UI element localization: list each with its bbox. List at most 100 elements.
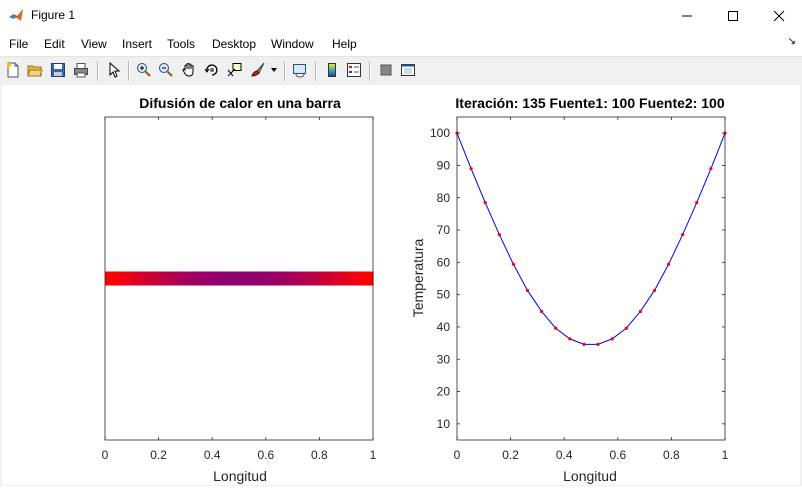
heat-cell	[105, 271, 119, 286]
minimize-button[interactable]	[664, 0, 710, 31]
insert-legend-button[interactable]	[344, 60, 364, 80]
y-tick-label: 70	[437, 223, 451, 237]
y-tick-label: 100	[430, 126, 450, 140]
temperature-point	[568, 337, 572, 341]
hide-plot-tools-button[interactable]	[376, 60, 396, 80]
heatmap-title: Difusión de calor en una barra	[139, 95, 341, 111]
data-cursor-icon	[227, 63, 242, 77]
data-cursor-button[interactable]	[225, 60, 245, 80]
heatmap-axes[interactable]: Difusión de calor en una barra 0 0.2 0.4 0.…	[102, 95, 377, 484]
brush-button[interactable]	[248, 60, 268, 80]
x-tick-label: 0.8	[311, 448, 328, 462]
menu-tools[interactable]: Tools	[167, 37, 195, 51]
temperature-point	[483, 200, 487, 205]
y-tick-label: 80	[437, 191, 451, 205]
close-button[interactable]	[756, 0, 802, 31]
plots-svg: Difusión de calor en una barra 0 0.2 0.4 0.…	[102, 95, 729, 484]
dock-arrow-icon[interactable]: ↘	[788, 36, 796, 47]
rotate-3d-button[interactable]	[202, 60, 222, 80]
heat-cell	[319, 271, 334, 286]
temperature-point	[582, 342, 586, 346]
matlab-logo-icon	[8, 7, 24, 23]
temperature-point	[695, 200, 699, 205]
line-chart-title: Iteración: 135 Fuente1: 100 Fuente2: 100	[455, 95, 724, 111]
y-tick-label: 40	[437, 320, 451, 334]
toolbar-separator	[315, 61, 317, 81]
line-axes[interactable]: Iteración: 135 Fuente1: 100 Fuente2: 100…	[410, 95, 729, 484]
heat-cell	[346, 271, 361, 286]
print-button[interactable]	[71, 60, 91, 80]
heat-cell	[225, 271, 240, 286]
heat-cell	[279, 271, 294, 286]
link-plot-button[interactable]	[290, 60, 310, 80]
temperature-point	[525, 288, 530, 293]
heat-cell	[198, 271, 213, 286]
heat-cell	[145, 271, 160, 286]
brush-dropdown[interactable]	[268, 60, 280, 80]
x-tick-label: 0.6	[257, 448, 274, 462]
rotate-3d-icon	[204, 64, 218, 76]
temperature-point	[624, 326, 628, 330]
temperature-point	[540, 309, 544, 314]
y-tick-label: 20	[437, 385, 451, 399]
link-plot-icon	[293, 64, 306, 78]
menu-insert[interactable]: Insert	[122, 37, 152, 51]
x-tick-label: 0.2	[150, 448, 167, 462]
new-figure-button[interactable]	[3, 60, 23, 80]
maximize-button[interactable]	[710, 0, 756, 31]
temperature-point	[709, 167, 713, 171]
x-tick-label: 0.8	[663, 448, 680, 462]
heat-cell	[359, 271, 374, 286]
temperature-point	[610, 337, 614, 341]
heat-cell	[185, 271, 200, 286]
x-tick-label: 0.6	[609, 448, 626, 462]
save-button[interactable]	[48, 60, 68, 80]
heat-cell	[306, 271, 320, 286]
zoom-out-icon	[159, 63, 173, 77]
menu-window[interactable]: Window	[271, 37, 314, 51]
pan-hand-icon	[182, 62, 194, 77]
zoom-in-icon	[137, 63, 151, 77]
insert-colorbar-button[interactable]	[322, 60, 342, 80]
heat-cell	[158, 271, 173, 286]
x-tick-label: 1	[722, 448, 729, 462]
open-file-icon	[27, 65, 43, 77]
menu-help[interactable]: Help	[332, 37, 357, 51]
zoom-in-button[interactable]	[134, 60, 154, 80]
brush-icon	[251, 62, 265, 77]
edit-plot-arrow-icon	[109, 62, 121, 78]
menu-file[interactable]: File	[9, 37, 28, 51]
toolbar-separator	[128, 61, 130, 81]
heatmap-xlabel: Longitud	[213, 468, 267, 484]
y-tick-label: 50	[437, 288, 451, 302]
temperature-point	[511, 262, 516, 266]
line-xlabel: Longitud	[563, 468, 617, 484]
close-icon	[773, 10, 785, 21]
insert-colorbar-icon	[328, 63, 336, 77]
y-tick-label: 10	[437, 417, 451, 431]
line-plot-area	[457, 117, 725, 440]
edit-plot-button[interactable]	[104, 60, 124, 80]
zoom-out-button[interactable]	[156, 60, 176, 80]
toolbar-separator	[369, 61, 371, 81]
menu-edit[interactable]: Edit	[44, 37, 65, 51]
menu-view[interactable]: View	[81, 37, 107, 51]
heat-cell	[131, 271, 146, 286]
save-icon	[51, 63, 65, 77]
menu-bar: File Edit View Insert Tools Desktop Wind…	[0, 31, 802, 55]
open-file-button[interactable]	[25, 60, 45, 80]
show-plot-tools-button[interactable]	[398, 60, 418, 80]
new-figure-icon	[7, 62, 19, 78]
window-title: Figure 1	[31, 8, 76, 22]
minimize-icon	[682, 15, 692, 16]
menu-desktop[interactable]: Desktop	[212, 37, 256, 51]
heat-cell	[332, 271, 347, 286]
temperature-point	[652, 288, 657, 293]
x-tick-label: 0.4	[204, 448, 221, 462]
temperature-point	[638, 309, 642, 314]
pan-button[interactable]	[179, 60, 199, 80]
heat-cell	[239, 271, 253, 286]
temperature-point	[596, 342, 600, 346]
heat-cell	[118, 271, 133, 286]
hide-plot-tools-icon	[380, 64, 392, 76]
